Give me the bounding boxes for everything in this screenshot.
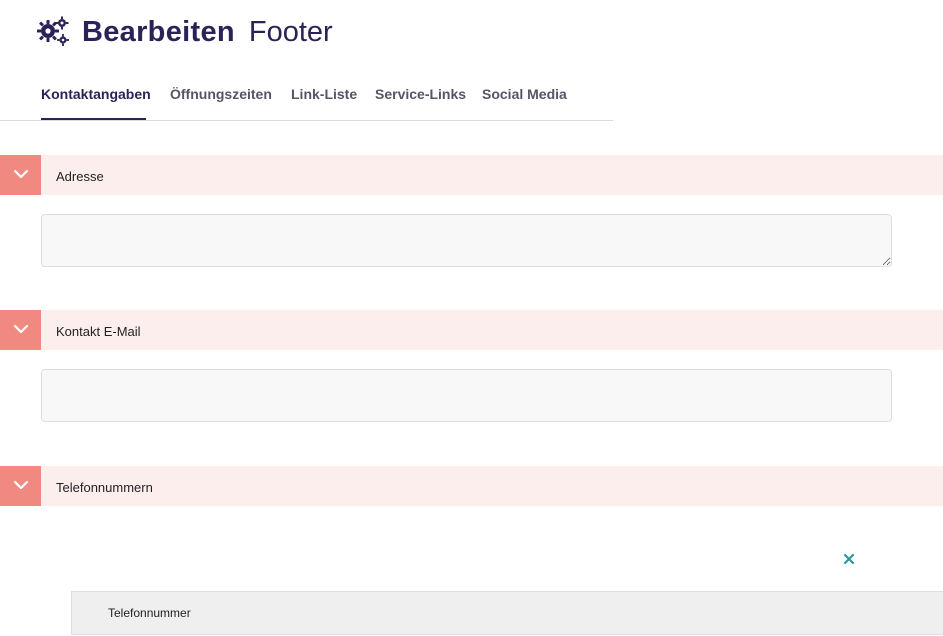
tab-kontaktangaben[interactable]: Kontaktangaben [41,86,151,102]
section-kontakt-email-label: Kontakt E-Mail [56,324,141,339]
section-telefonnummern-label: Telefonnummern [56,480,153,495]
phone-entry-label: Telefonnummer [108,606,191,620]
section-kontakt-email: Kontakt E-Mail [0,310,943,350]
section-telefonnummern: Telefonnummern [0,466,943,506]
active-tab-indicator [41,118,146,120]
tab-bar: Kontaktangaben Öffnungszeiten Link-Liste… [0,78,613,121]
section-adresse: Adresse [0,155,943,195]
chevron-down-icon [13,321,29,339]
tab-link-liste[interactable]: Link-Liste [291,86,357,102]
section-telefonnummern-toggle[interactable] [0,466,41,506]
page-title-light: Footer [248,15,333,48]
chevron-down-icon [13,477,29,495]
tab-oeffnungszeiten[interactable]: Öffnungszeiten [170,86,272,102]
email-field[interactable] [41,369,892,422]
tab-social-media[interactable]: Social Media [482,86,567,102]
page-title-strong: Bearbeiten [82,15,235,48]
address-field[interactable] [41,214,892,267]
page-title: Bearbeiten Footer [36,14,333,50]
gears-icon [36,15,70,49]
section-kontakt-email-toggle[interactable] [0,310,41,350]
close-icon [843,552,855,570]
remove-phone-button[interactable] [840,552,858,570]
tab-service-links[interactable]: Service-Links [375,86,466,102]
chevron-down-icon [13,166,29,184]
section-adresse-label: Adresse [56,169,104,184]
phone-entry[interactable]: Telefonnummer [71,591,943,635]
section-adresse-toggle[interactable] [0,155,41,195]
